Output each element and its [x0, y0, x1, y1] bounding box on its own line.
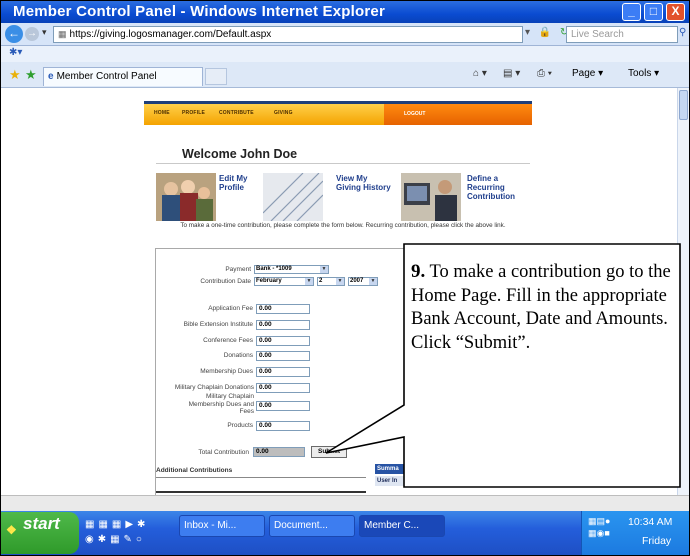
taskbar: ❖ start ▦▦▦▶✱ ◉✱▦✎○ Inbox - Mi... Document… — [1, 511, 689, 555]
system-tray: ▦▤● ▦◉■ 10:34 AM Friday — [581, 511, 689, 555]
quick-launch-icons[interactable]: ▦▦▦▶✱ ◉✱▦✎○ — [85, 517, 175, 547]
status-bar — [1, 495, 689, 511]
clock[interactable]: 10:34 AM — [628, 516, 672, 528]
tray-icons[interactable]: ▦▤● ▦◉■ — [588, 515, 618, 539]
start-button[interactable]: ❖ start — [1, 512, 79, 554]
windows-logo-icon: ❖ — [6, 523, 17, 537]
taskbar-inbox[interactable]: Inbox - Mi... — [179, 515, 265, 537]
step-text: To make a contribution go to the Home Pa… — [411, 262, 671, 353]
start-label: start — [23, 514, 60, 533]
day-label: Friday — [642, 535, 672, 547]
callout-instruction: 9. To make a contribution go to the Home… — [411, 260, 676, 355]
step-number: 9. — [411, 261, 426, 282]
taskbar-member-control-panel[interactable]: Member C... — [359, 515, 445, 537]
taskbar-document[interactable]: Document... — [269, 515, 355, 537]
